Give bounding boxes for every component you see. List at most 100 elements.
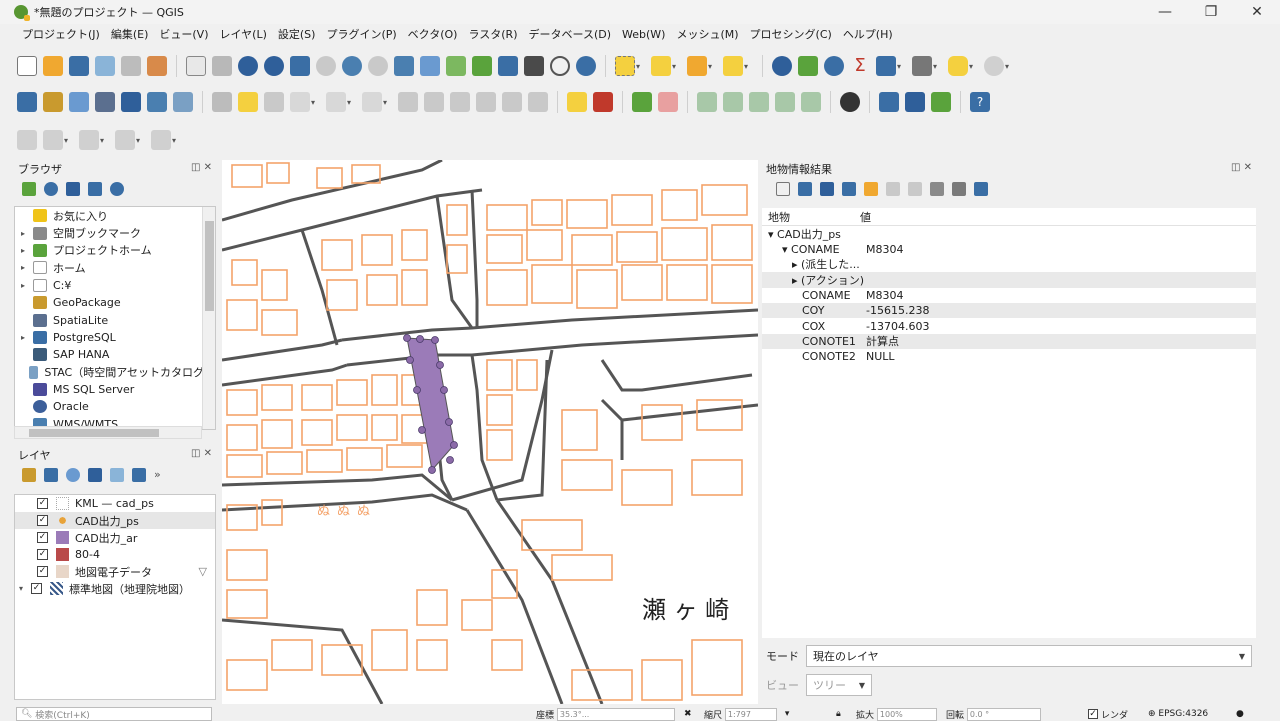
restore-button[interactable]: ❐ <box>1188 0 1234 24</box>
table-row[interactable]: ▾ CAD出力_ps <box>762 226 1256 241</box>
list-item[interactable]: ▸ 空間ブックマーク <box>15 224 215 241</box>
expand-arrow[interactable]: ▸ <box>21 229 33 238</box>
select-by-location-icon[interactable] <box>723 56 743 76</box>
zoom-native-icon[interactable] <box>368 56 388 76</box>
copy-features-icon[interactable] <box>450 92 470 112</box>
menu-view[interactable]: ビュー(V) <box>159 26 208 42</box>
plugin-globe-icon[interactable] <box>840 92 860 112</box>
menu-raster[interactable]: ラスタ(R) <box>468 26 517 42</box>
chevron-down-icon[interactable]: ▾ <box>136 136 144 145</box>
chevron-down-icon[interactable]: ▾ <box>64 136 72 145</box>
new-shapefile-icon[interactable] <box>69 92 89 112</box>
current-edits-icon[interactable] <box>212 92 232 112</box>
chevron-down-icon[interactable]: ▾ <box>708 62 716 71</box>
table-row[interactable]: CONAME M8304 <box>762 288 1256 303</box>
list-item[interactable]: ▸ プロジェクトホーム <box>15 242 215 259</box>
layer-visibility-checkbox[interactable]: ✓ <box>37 532 48 543</box>
measure-icon[interactable] <box>876 56 896 76</box>
zoom-in-icon[interactable] <box>238 56 258 76</box>
coordinate-field[interactable]: 35.3°... <box>556 707 675 721</box>
digitize-icon[interactable] <box>290 92 310 112</box>
lock-icon[interactable]: 🔒︎ <box>836 709 841 719</box>
offset-curve-icon[interactable] <box>79 130 99 150</box>
zoom-full-icon[interactable] <box>290 56 310 76</box>
new-geopackage-icon[interactable] <box>43 92 63 112</box>
messages-button[interactable]: ● <box>1236 707 1244 721</box>
panel-close-icon[interactable]: ◫ ✕ <box>191 448 212 459</box>
vertex-tool-icon[interactable] <box>326 92 346 112</box>
expand-arrow[interactable]: ▸ <box>21 333 33 342</box>
zoom-out-icon[interactable] <box>264 56 284 76</box>
magnify-field[interactable]: 100% <box>876 707 937 721</box>
list-item[interactable]: MS SQL Server <box>15 381 215 398</box>
list-item[interactable]: Oracle <box>15 398 215 415</box>
python-console-icon[interactable] <box>879 92 899 112</box>
highlight-labels-icon[interactable] <box>658 92 678 112</box>
expand-arrow[interactable]: ▸ <box>21 263 33 272</box>
settings-gear-icon[interactable] <box>824 56 844 76</box>
paste-features-icon[interactable] <box>476 92 496 112</box>
rotation-field[interactable]: 0.0 ° <box>966 707 1041 721</box>
locator-search-input[interactable]: 🔍︎ 検索(Ctrl+K) <box>16 707 212 721</box>
save-project-icon[interactable] <box>69 56 89 76</box>
add-ring-icon[interactable] <box>17 130 37 150</box>
menu-processing[interactable]: プロセシング(C) <box>750 26 832 42</box>
list-item[interactable]: SpatiaLite <box>15 311 215 328</box>
expand-arrow[interactable]: ▾ <box>19 584 31 593</box>
refresh-icon[interactable] <box>44 182 58 196</box>
layer-row[interactable]: ✓ 地図電子データ ▽ <box>15 563 215 580</box>
select-feature-icon[interactable] <box>864 182 878 196</box>
menu-help[interactable]: ヘルプ(H) <box>843 26 893 42</box>
identify-mode-icon[interactable] <box>930 182 944 196</box>
modify-attributes-icon[interactable] <box>362 92 382 112</box>
menu-project[interactable]: プロジェクト(J) <box>22 26 100 42</box>
table-row[interactable]: ▾ CONAME M8304 <box>762 241 1256 256</box>
deselect-icon[interactable] <box>687 56 707 76</box>
expand-arrow[interactable]: ▸ <box>21 246 33 255</box>
layer-visibility-checkbox[interactable]: ✓ <box>37 549 48 560</box>
data-source-manager-icon[interactable] <box>17 92 37 112</box>
layer-row[interactable]: ✓ CAD出力_ar <box>15 529 215 546</box>
table-row[interactable]: COY -15615.238 <box>762 302 1256 319</box>
zoom-layer-icon[interactable] <box>342 56 362 76</box>
pan-to-selection-icon[interactable] <box>212 56 232 76</box>
list-item[interactable]: ▸ ホーム <box>15 259 215 276</box>
list-item[interactable]: GeoPackage <box>15 294 215 311</box>
label-options-icon[interactable] <box>801 92 821 112</box>
new-virtual-layer-icon[interactable] <box>147 92 167 112</box>
add-raster-icon[interactable] <box>173 92 193 112</box>
split-features-icon[interactable] <box>115 130 135 150</box>
select-by-value-icon[interactable] <box>651 56 671 76</box>
render-checkbox[interactable]: ✓ <box>1088 709 1098 719</box>
layer-row[interactable]: ✓ KML — cad_ps <box>15 495 215 512</box>
menu-mesh[interactable]: メッシュ(M) <box>676 26 738 42</box>
scale-field[interactable]: 1:797 <box>724 707 777 721</box>
merge-features-icon[interactable] <box>151 130 171 150</box>
settings-wrench-icon[interactable] <box>952 182 966 196</box>
table-row[interactable]: COX -13704.603 <box>762 318 1256 333</box>
menu-settings[interactable]: 設定(S) <box>278 26 316 42</box>
print-response-icon[interactable] <box>908 182 922 196</box>
minimize-button[interactable]: — <box>1142 0 1188 24</box>
new-3d-map-icon[interactable] <box>472 56 492 76</box>
table-row[interactable]: ▸ (アクション) <box>762 272 1256 288</box>
crs-display[interactable]: ⊕ EPSG:4326 <box>1148 707 1208 721</box>
menu-database[interactable]: データベース(D) <box>529 26 612 42</box>
temporal-controller-icon[interactable] <box>550 56 570 76</box>
chevron-down-icon[interactable]: ▾ <box>744 62 752 71</box>
menu-vector[interactable]: ベクタ(O) <box>408 26 458 42</box>
ruler-icon[interactable] <box>912 56 932 76</box>
table-row[interactable]: CONOTE2 NULL <box>762 349 1256 364</box>
chevron-down-icon[interactable]: ▾ <box>969 62 977 71</box>
map-rendering[interactable]: ぬぬぬ 瀬 ヶ 崎 <box>222 160 758 704</box>
new-project-icon[interactable] <box>17 56 37 76</box>
list-item[interactable]: お気に入り <box>15 207 215 224</box>
zoom-selection-icon[interactable] <box>316 56 336 76</box>
chevron-down-icon[interactable]: ▾ <box>383 98 391 107</box>
new-temporary-layer-icon[interactable] <box>121 92 141 112</box>
list-item[interactable]: ▸ C:¥ <box>15 277 215 294</box>
pin-labels-icon[interactable] <box>632 92 652 112</box>
layer-styling-icon[interactable] <box>931 92 951 112</box>
expand-arrow[interactable]: ▸ <box>21 281 33 290</box>
layer-row[interactable]: ✓ 80-4 <box>15 546 215 563</box>
